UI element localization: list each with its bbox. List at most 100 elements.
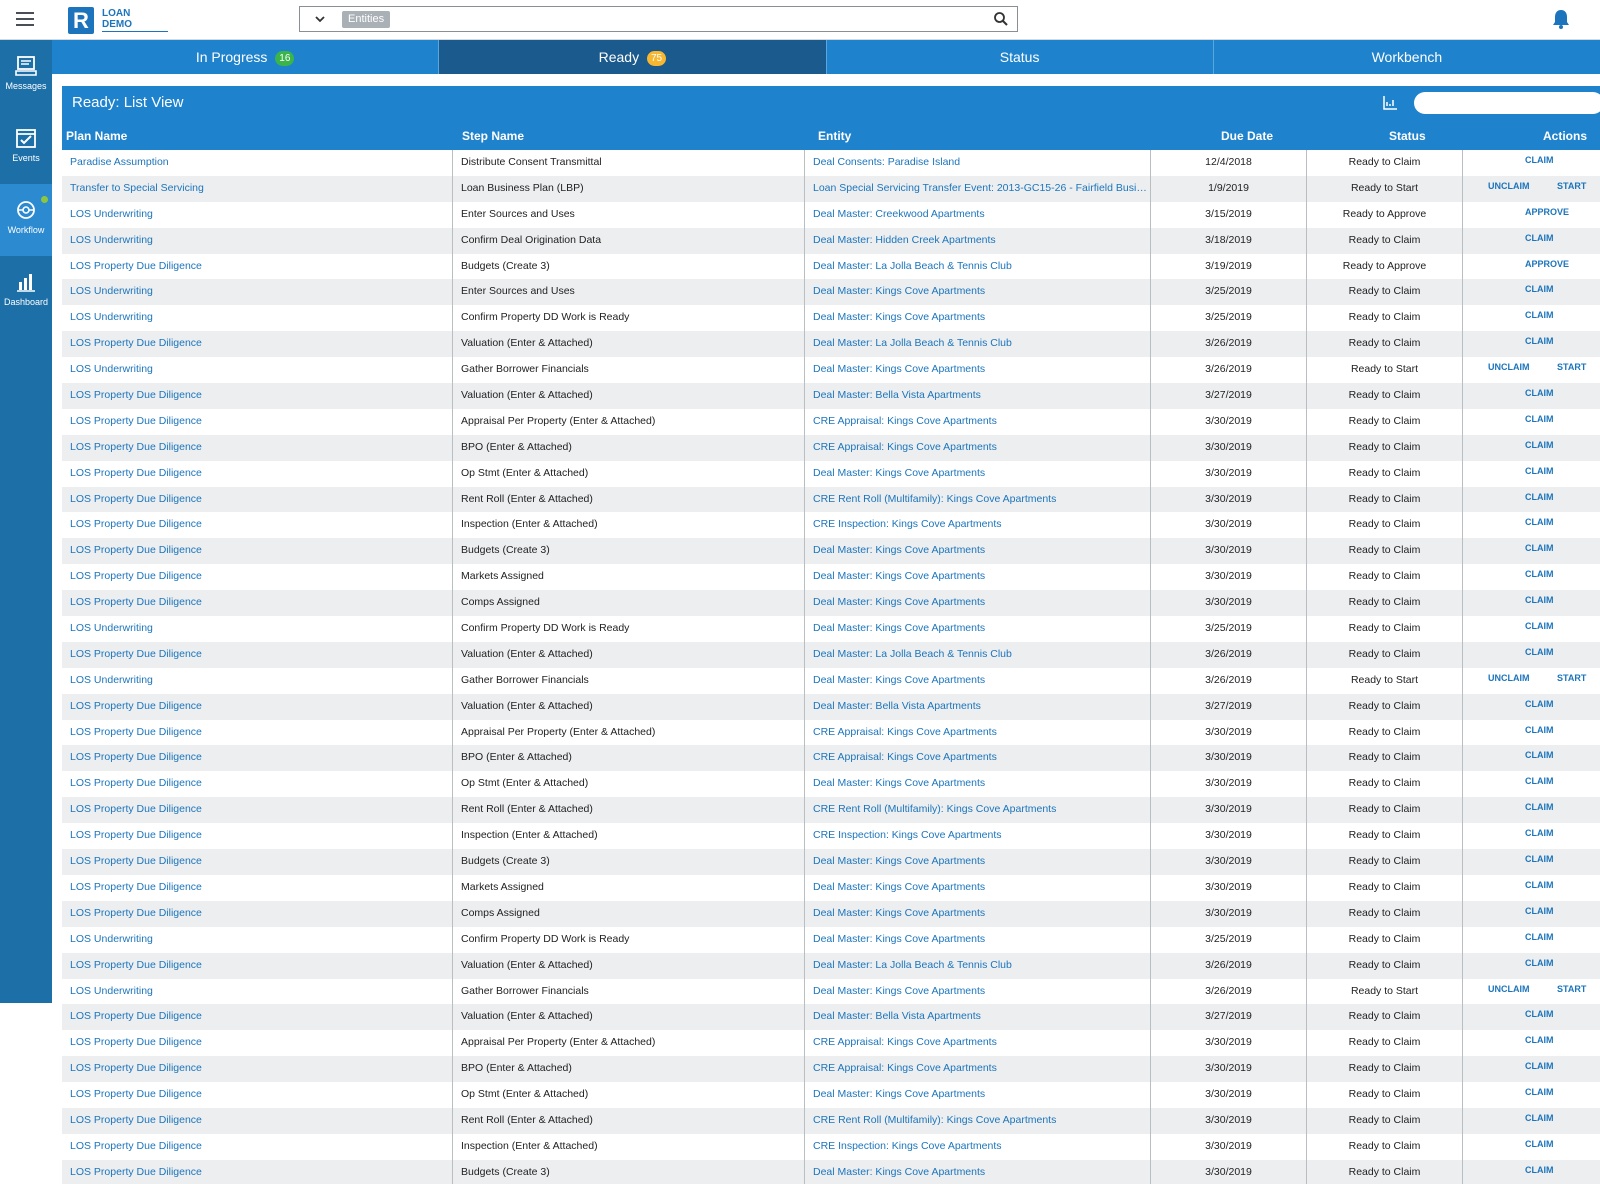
plan-name-link[interactable]: LOS Underwriting [62, 978, 453, 1005]
claim-button[interactable]: CLAIM [1525, 771, 1554, 795]
table-row[interactable]: LOS Property Due Diligence Valuation (Ent… [62, 331, 1600, 358]
table-row[interactable]: LOS Property Due Diligence BPO (Enter & A… [62, 434, 1600, 461]
plan-name-link[interactable]: LOS Property Due Diligence [62, 408, 453, 435]
plan-name-link[interactable]: LOS Property Due Diligence [62, 331, 453, 358]
claim-button[interactable]: CLAIM [1525, 901, 1554, 925]
entity-link[interactable]: Deal Master: Kings Cove Apartments [805, 1159, 1151, 1184]
table-row[interactable]: LOS Property Due Diligence Comps Assigned… [62, 590, 1600, 617]
entity-link[interactable]: Deal Master: Kings Cove Apartments [805, 564, 1151, 591]
entity-link[interactable]: Deal Master: La Jolla Beach & Tennis Clu… [805, 331, 1151, 358]
column-header-plan-name[interactable]: Plan Name [66, 129, 127, 143]
claim-button[interactable]: CLAIM [1525, 1108, 1554, 1132]
table-row[interactable]: LOS Property Due Diligence Inspection (En… [62, 512, 1600, 539]
entity-link[interactable]: Deal Master: Hidden Creek Apartments [805, 227, 1151, 254]
claim-button[interactable]: CLAIM [1525, 538, 1554, 562]
entity-link[interactable]: Deal Master: Bella Vista Apartments [805, 1004, 1151, 1031]
plan-name-link[interactable]: LOS Property Due Diligence [62, 1133, 453, 1160]
entity-link[interactable]: Deal Master: Kings Cove Apartments [805, 460, 1151, 487]
table-row[interactable]: LOS Property Due Diligence Rent Roll (Ent… [62, 1107, 1600, 1134]
start-button[interactable]: START [1557, 176, 1586, 200]
table-row[interactable]: LOS Property Due Diligence Valuation (Ent… [62, 952, 1600, 979]
claim-button[interactable]: CLAIM [1525, 1030, 1554, 1054]
table-row[interactable]: LOS Underwriting Confirm Property DD Work… [62, 305, 1600, 332]
unclaim-button[interactable]: UNCLAIM [1488, 176, 1530, 200]
claim-button[interactable]: CLAIM [1525, 1134, 1554, 1158]
plan-name-link[interactable]: LOS Underwriting [62, 227, 453, 254]
sidebar-item-workflow[interactable]: Workflow [0, 184, 52, 256]
plan-name-link[interactable]: LOS Property Due Diligence [62, 253, 453, 280]
entity-link[interactable]: Deal Master: Kings Cove Apartments [805, 926, 1151, 953]
plan-name-link[interactable]: LOS Property Due Diligence [62, 486, 453, 513]
entity-link[interactable]: Deal Master: Creekwood Apartments [805, 201, 1151, 228]
claim-button[interactable]: CLAIM [1525, 150, 1554, 174]
entity-link[interactable]: Deal Master: Kings Cove Apartments [805, 305, 1151, 332]
plan-name-link[interactable]: LOS Property Due Diligence [62, 745, 453, 772]
unclaim-button[interactable]: UNCLAIM [1488, 979, 1530, 1003]
plan-name-link[interactable]: LOS Property Due Diligence [62, 719, 453, 746]
plan-name-link[interactable]: LOS Property Due Diligence [62, 952, 453, 979]
claim-button[interactable]: CLAIM [1525, 642, 1554, 666]
plan-name-link[interactable]: LOS Property Due Diligence [62, 1107, 453, 1134]
plan-name-link[interactable]: LOS Property Due Diligence [62, 693, 453, 720]
claim-button[interactable]: CLAIM [1525, 720, 1554, 744]
table-row[interactable]: LOS Underwriting Confirm Property DD Work… [62, 616, 1600, 642]
table-row[interactable]: LOS Property Due Diligence Rent Roll (Ent… [62, 486, 1600, 513]
entity-link[interactable]: CRE Appraisal: Kings Cove Apartments [805, 434, 1151, 461]
plan-name-link[interactable]: LOS Property Due Diligence [62, 874, 453, 901]
hamburger-menu-icon[interactable] [16, 12, 34, 26]
entity-link[interactable]: Deal Master: La Jolla Beach & Tennis Clu… [805, 952, 1151, 979]
tab-status[interactable]: Status [827, 40, 1214, 74]
table-row[interactable]: LOS Property Due Diligence Comps Assigned… [62, 900, 1600, 927]
table-row[interactable]: LOS Underwriting Gather Borrower Financia… [62, 357, 1600, 384]
table-row[interactable]: Paradise Assumption Distribute Consent Tr… [62, 150, 1600, 176]
plan-name-link[interactable]: LOS Property Due Diligence [62, 1082, 453, 1108]
claim-button[interactable]: CLAIM [1525, 512, 1554, 536]
entity-link[interactable]: Deal Master: Bella Vista Apartments [805, 693, 1151, 720]
claim-button[interactable]: CLAIM [1525, 331, 1554, 355]
table-row[interactable]: LOS Property Due Diligence Budgets (Creat… [62, 1159, 1600, 1184]
plan-name-link[interactable]: LOS Property Due Diligence [62, 1159, 453, 1184]
claim-button[interactable]: CLAIM [1525, 305, 1554, 329]
table-row[interactable]: LOS Property Due Diligence Inspection (En… [62, 1133, 1600, 1160]
claim-button[interactable]: CLAIM [1525, 279, 1554, 303]
entity-link[interactable]: CRE Rent Roll (Multifamily): Kings Cove … [805, 486, 1151, 513]
entity-link[interactable]: Deal Master: Kings Cove Apartments [805, 1082, 1151, 1108]
table-row[interactable]: LOS Property Due Diligence BPO (Enter & A… [62, 745, 1600, 772]
plan-name-link[interactable]: LOS Property Due Diligence [62, 849, 453, 875]
claim-button[interactable]: CLAIM [1525, 616, 1554, 640]
entity-link[interactable]: CRE Inspection: Kings Cove Apartments [805, 512, 1151, 539]
entity-link[interactable]: Deal Master: Kings Cove Apartments [805, 538, 1151, 565]
entity-link[interactable]: CRE Appraisal: Kings Cove Apartments [805, 408, 1151, 435]
plan-name-link[interactable]: LOS Property Due Diligence [62, 823, 453, 850]
plan-name-link[interactable]: LOS Underwriting [62, 926, 453, 953]
table-row[interactable]: LOS Property Due Diligence Appraisal Per … [62, 1030, 1600, 1057]
plan-name-link[interactable]: LOS Underwriting [62, 279, 453, 306]
claim-button[interactable]: CLAIM [1525, 1056, 1554, 1080]
table-row[interactable]: LOS Property Due Diligence Markets Assign… [62, 564, 1600, 591]
plan-name-link[interactable]: LOS Property Due Diligence [62, 1056, 453, 1083]
table-row[interactable]: LOS Underwriting Enter Sources and Uses De… [62, 279, 1600, 306]
claim-button[interactable]: CLAIM [1525, 823, 1554, 847]
sidebar-item-dashboard[interactable]: Dashboard [0, 256, 52, 328]
claim-button[interactable]: CLAIM [1525, 435, 1554, 459]
chevron-down-icon[interactable] [314, 13, 326, 25]
plan-name-link[interactable]: LOS Property Due Diligence [62, 641, 453, 668]
unclaim-button[interactable]: UNCLAIM [1488, 357, 1530, 381]
claim-button[interactable]: CLAIM [1525, 953, 1554, 977]
plan-name-link[interactable]: LOS Property Due Diligence [62, 900, 453, 927]
plan-name-link[interactable]: LOS Property Due Diligence [62, 1004, 453, 1031]
plan-name-link[interactable]: LOS Underwriting [62, 667, 453, 694]
search-input[interactable]: Entities [299, 6, 1018, 32]
chart-view-icon[interactable] [1382, 95, 1398, 111]
column-header-due-date[interactable]: Due Date [1221, 129, 1273, 143]
unclaim-button[interactable]: UNCLAIM [1488, 668, 1530, 692]
table-row[interactable]: LOS Underwriting Gather Borrower Financia… [62, 978, 1600, 1005]
plan-name-link[interactable]: LOS Property Due Diligence [62, 590, 453, 617]
claim-button[interactable]: CLAIM [1525, 461, 1554, 485]
start-button[interactable]: START [1557, 357, 1586, 381]
table-row[interactable]: LOS Property Due Diligence Valuation (Ent… [62, 383, 1600, 409]
claim-button[interactable]: CLAIM [1525, 875, 1554, 899]
table-row[interactable]: LOS Underwriting Gather Borrower Financia… [62, 667, 1600, 694]
entity-link[interactable]: Deal Master: Kings Cove Apartments [805, 900, 1151, 927]
entity-link[interactable]: CRE Rent Roll (Multifamily): Kings Cove … [805, 1107, 1151, 1134]
